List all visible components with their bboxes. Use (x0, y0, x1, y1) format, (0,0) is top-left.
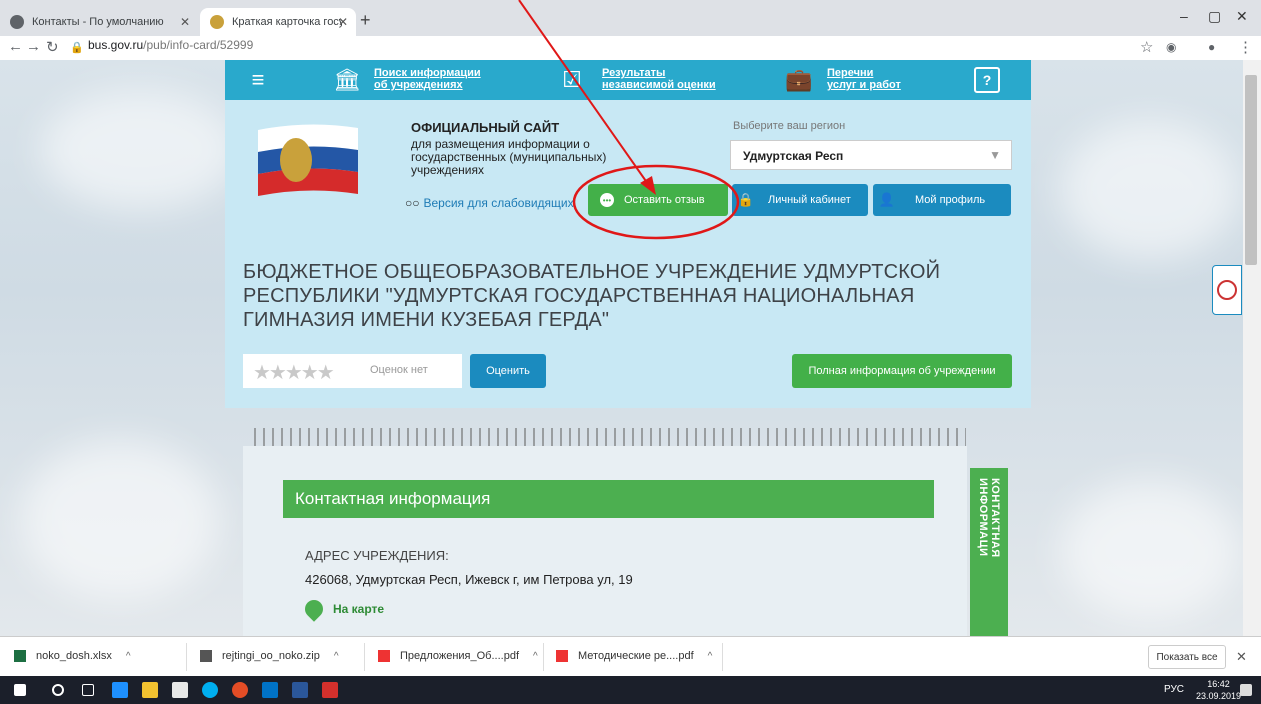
tab-contacts[interactable]: Контакты - По умолчанию ✕ (0, 8, 198, 36)
close-tab-icon[interactable]: ✕ (180, 15, 190, 29)
new-tab-button[interactable]: + (360, 10, 371, 31)
download-item[interactable]: Методические ре....pdf ^ (556, 650, 712, 662)
top-navigation: ≡ 🏛 Поиск информации об учреждениях ☑ Ре… (225, 60, 1031, 100)
notifications-icon[interactable] (1240, 684, 1252, 696)
forward-icon[interactable]: → (26, 38, 41, 55)
outlook-icon[interactable] (262, 682, 278, 698)
bookmark-star-icon[interactable]: ☆ (1140, 38, 1153, 56)
download-item[interactable]: rejtingi_oo_noko.zip ^ (200, 650, 339, 662)
url-path: /pub/info-card/52999 (143, 38, 254, 52)
tab-title: Контакты - По умолчанию (32, 16, 164, 28)
tab-title: Краткая карточка государствен (232, 16, 342, 28)
institution-icon: 🏛 (333, 67, 361, 92)
profile-avatar-icon[interactable]: ● (1208, 40, 1215, 54)
show-all-downloads-button[interactable]: Показать все (1148, 645, 1226, 669)
chevron-up-icon[interactable]: ^ (334, 651, 339, 662)
address-bar[interactable]: bus.gov.ru/pub/info-card/52999 (88, 38, 253, 52)
back-icon[interactable]: ← (8, 38, 23, 55)
rating-stars[interactable]: ★★★★★ (253, 360, 335, 385)
reload-icon[interactable]: ↻ (46, 38, 59, 56)
minimize-button[interactable]: – (1180, 8, 1188, 24)
rate-button[interactable]: Оценить (470, 354, 546, 388)
chevron-up-icon[interactable]: ^ (533, 651, 538, 662)
hamburger-menu-icon[interactable]: ≡ (245, 67, 271, 93)
windows-start-icon[interactable] (14, 684, 26, 696)
download-item[interactable]: noko_dosh.xlsx ^ (14, 650, 131, 662)
glasses-icon: ○○ (405, 196, 420, 210)
my-profile-button[interactable]: 👤 Мой профиль (873, 184, 1011, 216)
leave-review-button[interactable]: ••• Оставить отзыв (588, 184, 728, 216)
archive-file-icon (200, 650, 212, 662)
briefcase-icon: 💼 (785, 67, 813, 92)
lock-icon: 🔒 (70, 42, 84, 54)
map-link[interactable]: На карте (301, 596, 384, 622)
lock-icon: 🔒 (737, 192, 755, 207)
pdf-file-icon (378, 650, 390, 662)
nav-services-lists[interactable]: Перечни услуг и работ (827, 67, 901, 91)
site-subtitle: для размещения информации о государствен… (411, 137, 607, 177)
gosuslugi-badge[interactable] (1212, 265, 1242, 315)
address-label: АДРЕС УЧРЕЖДЕНИЯ: (305, 548, 449, 563)
skype-icon[interactable] (202, 682, 218, 698)
map-pin-icon (301, 596, 327, 622)
word-icon[interactable] (292, 682, 308, 698)
download-item[interactable]: Предложения_Об....pdf ^ (378, 650, 538, 662)
extension-icon[interactable]: ◉ (1166, 40, 1176, 54)
tab-info-card[interactable]: Краткая карточка государствен ✕ (200, 8, 356, 36)
chevron-up-icon[interactable]: ^ (708, 651, 713, 662)
personal-cabinet-button[interactable]: 🔒 Личный кабинет (732, 184, 868, 216)
page-scrollbar-thumb[interactable] (1245, 75, 1257, 265)
url-host: bus.gov.ru (88, 38, 144, 52)
browser-toolbar: ← → ↻ 🔒 bus.gov.ru/pub/info-card/52999 ☆… (0, 36, 1261, 60)
address-value: 426068, Удмуртская Респ, Ижевск г, им Пе… (305, 572, 633, 587)
globe-icon (10, 15, 24, 29)
low-vision-link[interactable]: ○○ Версия для слабовидящих (405, 196, 574, 210)
nav-search-institutions[interactable]: Поиск информации об учреждениях (374, 67, 481, 91)
close-window-button[interactable]: ✕ (1236, 8, 1248, 25)
region-value: Удмуртская Респ (743, 149, 844, 163)
system-clock[interactable]: 16:42 23.09.2019 (1196, 678, 1241, 702)
contacts-header: Контактная информация (283, 480, 934, 518)
gosuslugi-logo-icon (1217, 280, 1237, 300)
nav-independent-assessment[interactable]: Результаты независимой оценки (602, 67, 716, 91)
chat-bubble-icon: ••• (600, 193, 614, 207)
menu-kebab-icon[interactable]: ⋮ (1238, 38, 1253, 56)
downloads-bar: noko_dosh.xlsx ^ rejtingi_oo_noko.zip ^ … (0, 636, 1261, 676)
russian-flag-emblem (258, 124, 358, 196)
acrobat-icon[interactable] (322, 682, 338, 698)
emblem-icon (210, 15, 224, 29)
region-select[interactable]: Удмуртская Респ ▼ (730, 140, 1012, 170)
region-label: Выберите ваш регион (733, 120, 846, 132)
browser-tab-strip: Контакты - По умолчанию ✕ Краткая карточ… (0, 0, 1261, 36)
file-explorer-icon[interactable] (142, 682, 158, 698)
input-language[interactable]: РУС (1164, 684, 1184, 695)
maximize-button[interactable]: ▢ (1208, 8, 1221, 25)
close-downloads-icon[interactable]: ✕ (1236, 649, 1247, 665)
rating-widget: ★★★★★ Оценок нет (243, 354, 462, 388)
chrome-icon[interactable] (232, 682, 248, 698)
chevron-up-icon[interactable]: ^ (126, 651, 131, 662)
close-tab-icon[interactable]: ✕ (338, 15, 348, 29)
excel-file-icon (14, 650, 26, 662)
site-title: ОФИЦИАЛЬНЫЙ САЙТ (411, 120, 560, 135)
contacts-side-tab-label: КОНТАКТНАЯ ИНФОРМАЦИ (977, 478, 1001, 558)
full-info-button[interactable]: Полная информация об учреждении (792, 354, 1012, 388)
windows-taskbar: РУС 16:42 23.09.2019 (0, 676, 1261, 704)
help-icon[interactable]: ? (974, 67, 1000, 93)
pdf-file-icon (556, 650, 568, 662)
checklist-icon: ☑ (562, 67, 582, 92)
rating-text: Оценок нет (370, 364, 428, 376)
user-icon: 👤 (878, 192, 896, 207)
institution-name: БЮДЖЕТНОЕ ОБЩЕОБРАЗОВАТЕЛЬНОЕ УЧРЕЖДЕНИЕ… (243, 261, 941, 331)
search-icon[interactable] (52, 684, 64, 696)
page-viewport: ≡ 🏛 Поиск информации об учреждениях ☑ Ре… (0, 60, 1243, 636)
task-view-icon[interactable] (82, 684, 94, 696)
edge-icon[interactable] (112, 682, 128, 698)
mail-icon[interactable] (172, 682, 188, 698)
dropdown-arrow-icon: ▼ (989, 148, 1001, 162)
